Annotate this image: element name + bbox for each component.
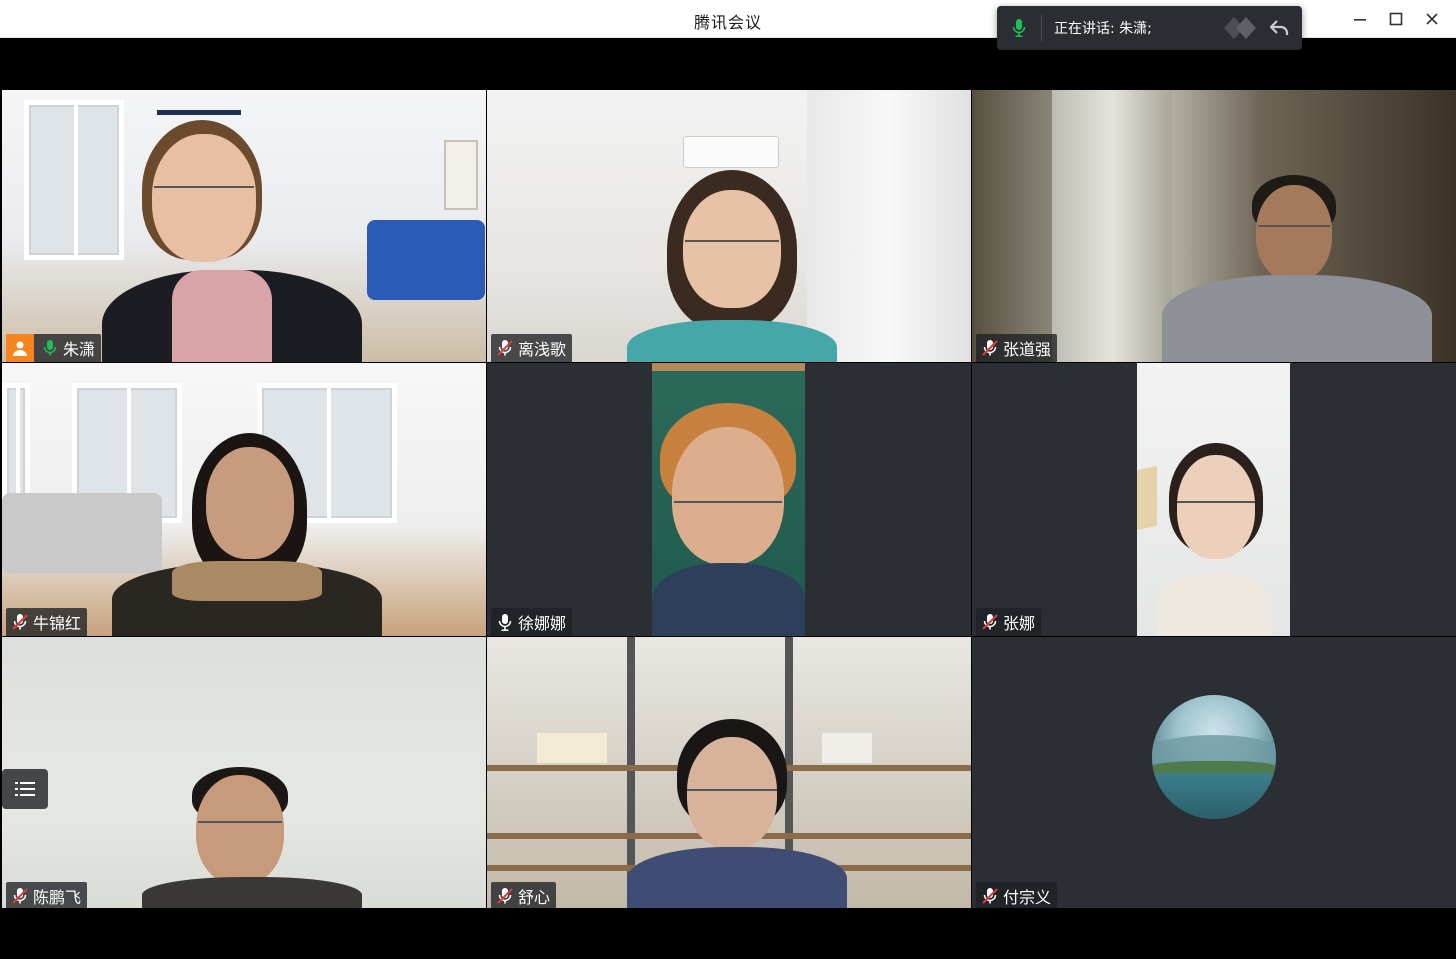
participant-name: 朱潇 (63, 340, 96, 359)
participant-name: 张道强 (1003, 340, 1052, 359)
name-label: 徐娜娜 (491, 608, 573, 636)
host-badge-icon (6, 334, 34, 362)
bottom-bar (0, 908, 1456, 959)
name-label: 张道强 (976, 334, 1058, 362)
participant-name: 徐娜娜 (518, 614, 567, 633)
video-tile[interactable]: 朱潇 (2, 90, 486, 362)
mic-muted-icon (10, 886, 30, 906)
name-label: 付宗义 (976, 882, 1058, 910)
name-label: 朱潇 (6, 334, 102, 362)
speaker-avatar-stack (1224, 17, 1256, 39)
name-label: 舒心 (491, 882, 557, 910)
avatar (1152, 695, 1276, 819)
participant-name: 离浅歌 (518, 340, 567, 359)
video-tile[interactable]: 张道强 (972, 90, 1456, 362)
mic-muted-icon (495, 886, 515, 906)
list-menu-icon[interactable] (2, 769, 48, 809)
video-tile[interactable]: 徐娜娜 (487, 363, 971, 636)
participant-video (627, 719, 847, 910)
speaking-indicator: 正在讲话: 朱潇; (997, 6, 1302, 50)
name-label: 牛锦红 (6, 608, 88, 636)
name-label: 张娜 (976, 608, 1042, 636)
mic-on-icon (997, 6, 1041, 50)
participant-video (652, 363, 805, 636)
name-label: 离浅歌 (491, 334, 573, 362)
scene-books (537, 733, 607, 763)
participant-video (102, 120, 362, 362)
video-tile[interactable]: 舒心 (487, 637, 971, 910)
participant-name: 张娜 (1003, 614, 1036, 633)
scene-sofa (367, 220, 485, 300)
participant-video (112, 433, 382, 636)
participant-name: 牛锦红 (33, 614, 82, 633)
video-grid: 朱潇 离浅歌 张道强 牛锦红 徐娜娜 张娜 陈鹏飞 舒心 付宗义 (2, 90, 1456, 910)
video-tile[interactable]: 离浅歌 (487, 90, 971, 362)
scene-light (157, 110, 241, 115)
participant-name: 陈鹏飞 (33, 888, 82, 907)
mic-icon (495, 612, 515, 632)
close-icon[interactable] (1414, 4, 1450, 34)
speaking-text: 正在讲话: 朱潇; (1054, 21, 1152, 37)
window-controls (1342, 4, 1450, 34)
mic-muted-icon (980, 612, 1000, 632)
scene-aircon (683, 136, 779, 168)
video-tile[interactable]: 张娜 (972, 363, 1456, 636)
mic-muted-icon (495, 338, 515, 358)
minimize-icon[interactable] (1342, 4, 1378, 34)
scene-window (1052, 90, 1172, 362)
maximize-icon[interactable] (1378, 4, 1414, 34)
name-label: 陈鹏飞 (6, 882, 88, 910)
participant-video (1137, 363, 1290, 636)
participant-name: 舒心 (518, 888, 551, 907)
mic-muted-icon (980, 886, 1000, 906)
video-tile[interactable]: 陈鹏飞 (2, 637, 486, 910)
scene-painting (444, 140, 478, 210)
video-tile[interactable]: 付宗义 (972, 637, 1456, 910)
mic-muted-icon (980, 338, 1000, 358)
mic-on-icon (40, 338, 60, 358)
participant-name: 付宗义 (1003, 888, 1052, 907)
participant-video (617, 170, 847, 362)
participant-video (1162, 175, 1432, 362)
video-tile[interactable]: 牛锦红 (2, 363, 486, 636)
mic-muted-icon (10, 612, 30, 632)
participant-video (142, 767, 362, 910)
return-icon[interactable] (1264, 13, 1294, 43)
